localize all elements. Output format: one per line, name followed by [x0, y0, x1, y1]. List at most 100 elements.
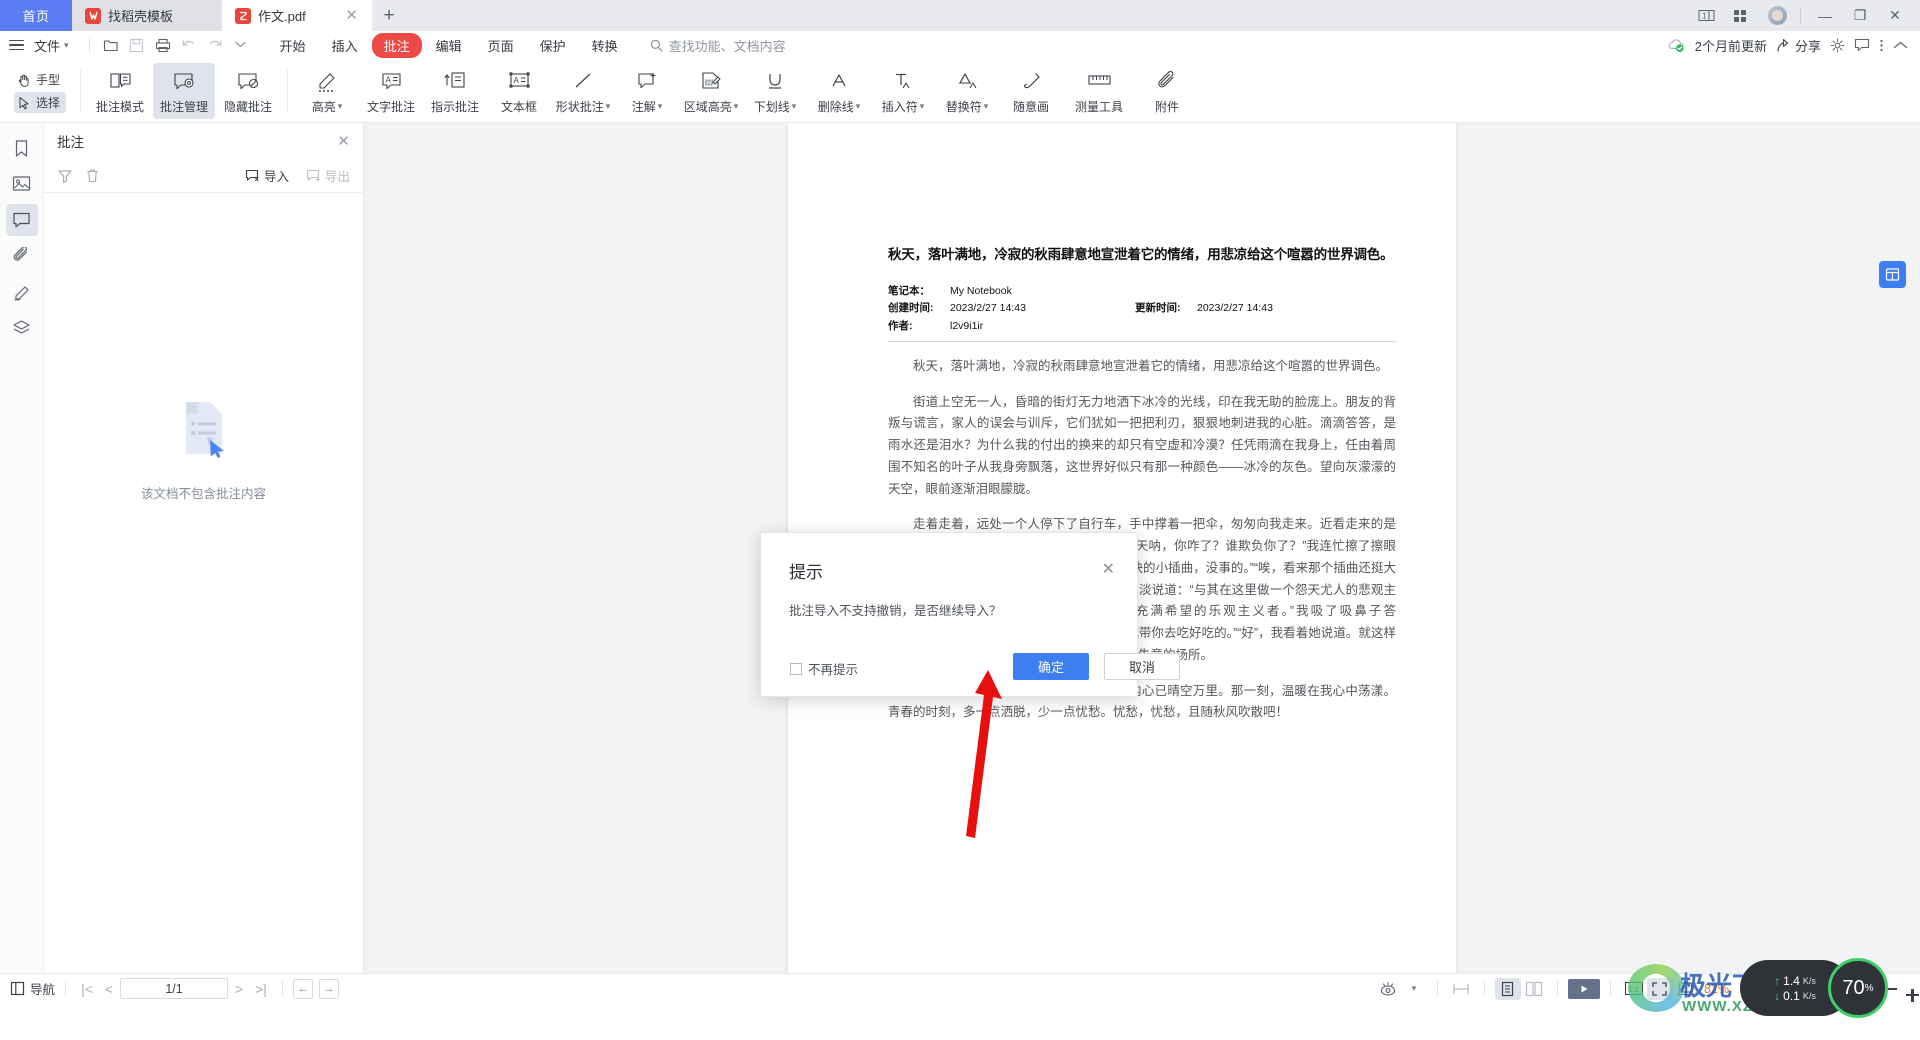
export-comments-button[interactable]: 导出	[306, 166, 350, 185]
ribbon-tab-page[interactable]: 页面	[476, 33, 526, 58]
next-page-button[interactable]: >	[228, 981, 250, 997]
note-icon	[635, 69, 660, 94]
last-page-button[interactable]: >|	[250, 981, 272, 997]
rail-button-comments[interactable]	[5, 204, 38, 236]
gear-icon[interactable]	[1830, 38, 1845, 53]
fit-page-icon[interactable]	[1646, 977, 1673, 1000]
more-icon[interactable]	[1879, 38, 1884, 53]
page-number-input[interactable]: 1/1	[120, 978, 229, 999]
ribbon-tab-convert[interactable]: 转换	[580, 33, 630, 58]
rail-button-layers[interactable]	[6, 312, 38, 344]
zoom-level-label[interactable]: 82%	[1704, 982, 1729, 996]
restore-button[interactable]: ❐	[1849, 7, 1871, 24]
zoom-slider-knob[interactable]	[1872, 982, 1883, 994]
tab-home[interactable]: 首页	[0, 0, 72, 31]
ribbon-label: 注解	[631, 100, 656, 114]
tab-layout-icon[interactable]: 1	[1698, 9, 1720, 22]
ribbon-button-comment-mode[interactable]: 批注模式	[89, 63, 151, 119]
rail-button-attachments[interactable]	[6, 240, 38, 272]
ribbon-button-highlight[interactable]: 高亮 ▾	[296, 63, 358, 119]
prev-page-button[interactable]: <	[98, 981, 120, 997]
zoom-slider-track[interactable]	[1771, 982, 1897, 994]
view-eye-icon[interactable]	[1375, 978, 1401, 1000]
ribbon-button-underline[interactable]: 下划线 ▾	[744, 63, 806, 119]
ribbon-button-area-highlight[interactable]: 区域高亮 ▾	[680, 63, 742, 119]
ribbon-tab-edit[interactable]: 编辑	[424, 33, 474, 58]
double-page-icon[interactable]	[1521, 978, 1547, 1000]
print-icon[interactable]	[150, 34, 176, 56]
split-view-icon[interactable]	[1448, 978, 1474, 1000]
actual-size-button[interactable]: 1:1	[1621, 978, 1647, 1000]
cancel-button[interactable]: 取消	[1104, 653, 1180, 680]
confirm-button[interactable]: 确定	[1013, 653, 1089, 680]
select-tool-button[interactable]: 选择	[14, 92, 67, 113]
ribbon-button-freehand[interactable]: 随意画	[1000, 63, 1062, 119]
import-comments-button[interactable]: 导入	[245, 166, 289, 185]
navigation-button[interactable]: 导航	[10, 979, 55, 998]
rail-button-bookmark[interactable]	[6, 132, 38, 164]
tab-document[interactable]: 作文.pdf ✕	[222, 0, 372, 31]
customize-icon[interactable]	[228, 34, 254, 56]
history-back-button[interactable]: ←	[293, 978, 314, 999]
export-label: 导出	[324, 170, 350, 184]
grid-icon[interactable]	[1733, 9, 1755, 23]
ribbon-button-textbox[interactable]: A 文本框	[488, 63, 550, 119]
ribbon-tab-start[interactable]: 开始	[268, 33, 318, 58]
minimize-button[interactable]: —	[1814, 8, 1836, 24]
zoom-slider[interactable]	[1771, 982, 1897, 994]
checkbox-box[interactable]	[790, 662, 802, 675]
ribbon-tab-protect[interactable]: 保护	[528, 33, 578, 58]
ribbon-button-hide-comment[interactable]: 隐藏批注	[217, 63, 279, 119]
ribbon-button-measure[interactable]: 测量工具	[1064, 63, 1134, 119]
first-page-button[interactable]: |<	[76, 981, 98, 997]
save-icon[interactable]	[124, 34, 150, 56]
file-menu-button[interactable]: 文件 ▾	[9, 36, 69, 55]
ribbon-button-text-comment[interactable]: A 文字批注	[360, 63, 422, 119]
divider	[1556, 981, 1558, 996]
close-icon[interactable]: ✕	[337, 132, 350, 150]
trash-icon[interactable]	[85, 168, 100, 184]
share-button[interactable]: 分享	[1776, 36, 1821, 55]
avatar[interactable]	[1768, 6, 1787, 25]
ribbon-button-comment-manage[interactable]: 批注管理	[153, 63, 216, 119]
ribbon-tab-insert[interactable]: 插入	[320, 33, 370, 58]
history-forward-button[interactable]: →	[319, 978, 340, 999]
search-input[interactable]: 查找功能、文档内容	[650, 36, 786, 55]
dont-show-again-checkbox[interactable]: 不再提示	[790, 659, 858, 678]
collapse-ribbon-icon[interactable]	[1893, 40, 1908, 51]
tab-template[interactable]: 找稻壳模板	[72, 0, 222, 31]
ribbon-label: 批注管理	[160, 100, 209, 114]
document-viewport[interactable]: 秋天，落叶满地，冷寂的秋雨肆意地宣泄着它的情绪，用悲凉给这个喧嚣的世界调色。 笔…	[364, 123, 1920, 973]
zoom-chevron-icon[interactable]: ▾	[1729, 978, 1755, 1000]
ribbon-button-note[interactable]: 注解 ▾	[616, 63, 678, 119]
presentation-icon[interactable]	[1567, 978, 1600, 999]
ribbon-tab-comment[interactable]: 批注	[371, 32, 422, 58]
chevron-down-icon: ▾	[733, 101, 739, 111]
view-options-chevron-icon[interactable]: ▾	[1401, 978, 1427, 1000]
ribbon-button-callout-comment[interactable]: 指示批注	[424, 63, 486, 119]
ribbon-label: 高亮	[311, 100, 336, 114]
feedback-icon[interactable]	[1854, 38, 1870, 52]
open-icon[interactable]	[98, 34, 124, 56]
ribbon-button-insert-caret[interactable]: 插入符 ▾	[872, 63, 934, 119]
ribbon-button-strikethrough[interactable]: 删除线 ▾	[808, 63, 870, 119]
ribbon-button-replace-caret[interactable]: 替换符 ▾	[936, 63, 998, 119]
redo-icon[interactable]	[202, 34, 228, 56]
fit-width-icon[interactable]	[1673, 978, 1699, 1000]
filter-icon[interactable]	[57, 168, 73, 184]
undo-icon[interactable]	[176, 34, 202, 56]
new-tab-button[interactable]: +	[372, 0, 406, 31]
ribbon-button-attachment[interactable]: 附件	[1136, 63, 1198, 119]
close-button[interactable]: ✕	[1884, 7, 1906, 24]
dialog-close-icon[interactable]: ✕	[1102, 559, 1115, 579]
ribbon-label: 替换符	[945, 100, 982, 114]
measure-icon	[1086, 69, 1113, 94]
rail-button-thumbnails[interactable]	[6, 168, 38, 200]
file-menu-label: 文件	[34, 38, 61, 54]
ribbon-button-shape-comment[interactable]: 形状批注 ▾	[552, 63, 614, 119]
hand-tool-button[interactable]: 手型	[14, 69, 66, 90]
tab-close-icon[interactable]: ✕	[323, 8, 358, 23]
floating-tool-button[interactable]	[1879, 261, 1906, 288]
single-page-icon[interactable]	[1494, 977, 1521, 1000]
rail-button-signature[interactable]	[6, 276, 38, 308]
